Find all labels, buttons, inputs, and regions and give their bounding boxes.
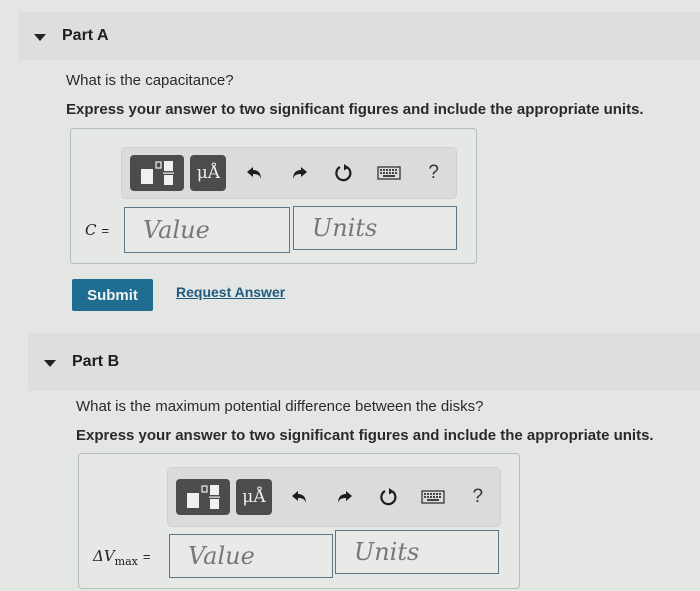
units-button[interactable]: μÅ [236, 479, 272, 515]
part-a-title: Part A [62, 27, 109, 44]
units-placeholder: Units [354, 538, 420, 566]
part-a-units-input[interactable]: Units [293, 206, 457, 250]
part-a-header[interactable]: Part A [18, 12, 700, 60]
reset-button[interactable] [367, 487, 411, 507]
help-button[interactable]: ? [456, 486, 500, 508]
part-b-variable-label: ΔVmax = [93, 547, 150, 568]
value-placeholder: Value [188, 542, 255, 570]
templates-icon [187, 485, 221, 509]
part-b-instruction: Express your answer to two significant f… [76, 427, 654, 444]
submit-button[interactable]: Submit [72, 279, 153, 311]
redo-icon [338, 491, 353, 503]
templates-button[interactable] [176, 479, 231, 515]
variable-symbol: C [85, 221, 97, 239]
redo-button[interactable] [322, 489, 366, 505]
help-button[interactable]: ? [411, 162, 456, 184]
redo-button[interactable] [277, 165, 322, 181]
keyboard-button[interactable] [367, 166, 412, 180]
templates-icon [141, 161, 175, 185]
collapse-caret-icon[interactable] [34, 33, 46, 41]
variable-symbol: ΔV [93, 547, 115, 565]
help-icon: ? [472, 486, 484, 507]
equals-sign: = [142, 549, 151, 564]
keyboard-icon [421, 490, 446, 504]
undo-button[interactable] [232, 165, 277, 181]
part-b-value-input[interactable]: Value [169, 534, 333, 578]
equals-sign: = [101, 223, 110, 238]
help-icon: ? [428, 162, 439, 183]
part-a-math-toolbar: μÅ ? [121, 147, 457, 199]
collapse-caret-icon[interactable] [44, 359, 56, 367]
undo-button[interactable] [278, 489, 322, 505]
units-label: μÅ [196, 163, 221, 183]
units-label: μÅ [242, 487, 266, 507]
submit-label: Submit [87, 286, 138, 304]
reset-icon [380, 488, 397, 506]
reset-button[interactable] [322, 163, 367, 183]
part-a-variable-label: C = [85, 221, 109, 239]
part-b-question: What is the maximum potential difference… [76, 398, 484, 415]
part-b-title: Part B [72, 353, 120, 370]
part-a-value-input[interactable]: Value [124, 207, 290, 253]
keyboard-button[interactable] [411, 490, 455, 504]
templates-button[interactable] [130, 155, 185, 191]
undo-icon [292, 491, 307, 503]
units-button[interactable]: μÅ [190, 155, 227, 191]
part-a-question: What is the capacitance? [66, 72, 234, 89]
redo-icon [293, 167, 308, 179]
variable-subscript: max [114, 555, 138, 568]
part-a-answer-box: μÅ ? C = Value Units [70, 128, 477, 264]
value-placeholder: Value [143, 216, 210, 244]
request-answer-link[interactable]: Request Answer [176, 284, 285, 300]
undo-icon [246, 167, 261, 179]
part-b-units-input[interactable]: Units [335, 530, 499, 574]
part-b-answer-box: μÅ ? ΔVmax = Value Units [78, 453, 520, 589]
part-b-math-toolbar: μÅ ? [167, 467, 501, 527]
part-a-instruction: Express your answer to two significant f… [66, 101, 644, 118]
part-b-header[interactable]: Part B [28, 333, 700, 391]
units-placeholder: Units [312, 214, 378, 242]
reset-icon [335, 164, 352, 182]
keyboard-icon [377, 166, 401, 180]
